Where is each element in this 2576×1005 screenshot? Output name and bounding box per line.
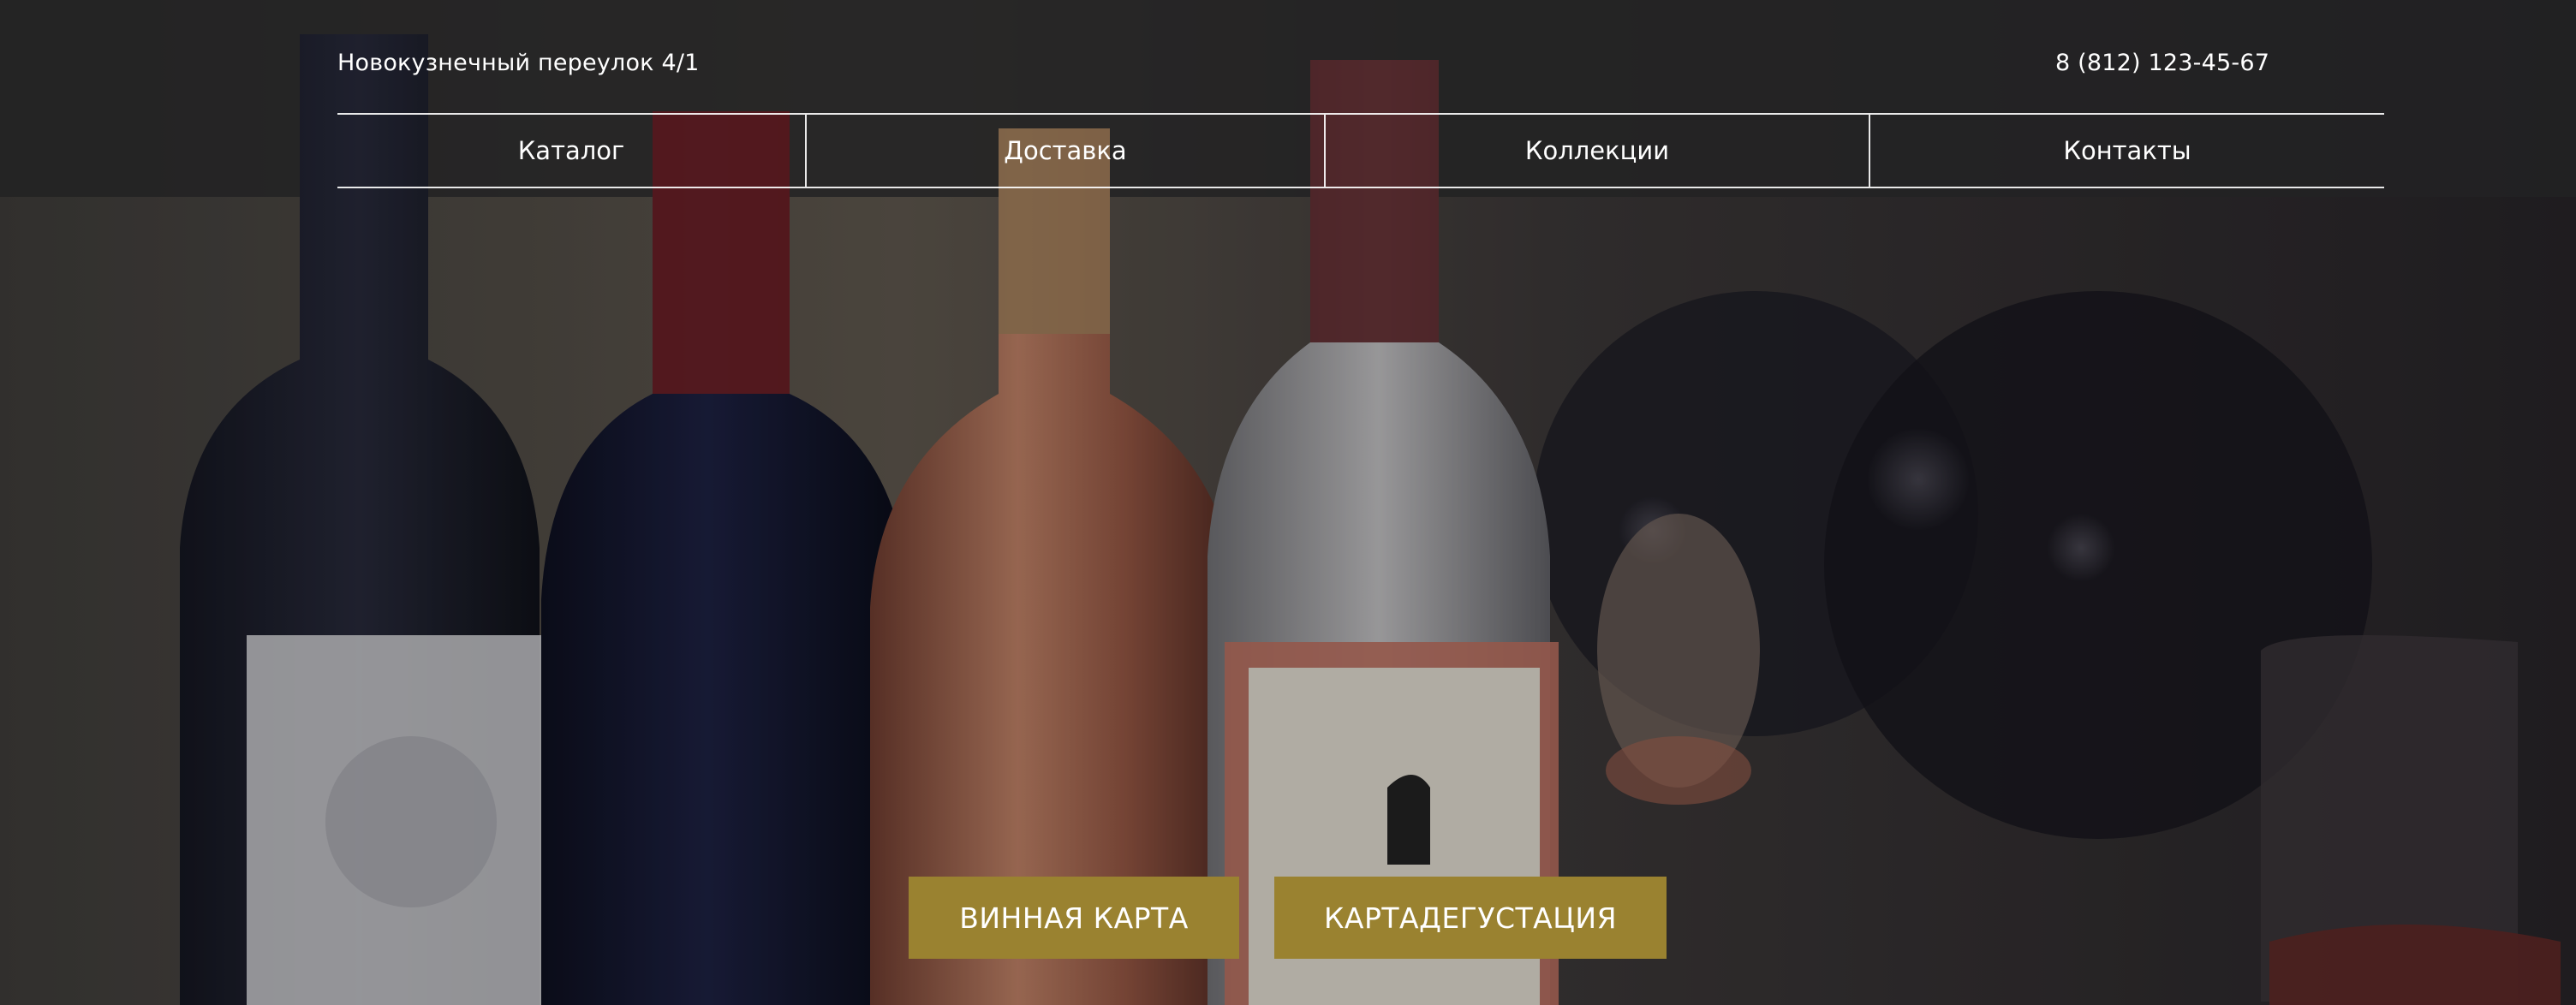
phone-link[interactable]: 8 (812) 123-45-67: [2055, 50, 2269, 76]
nav-item-catalog[interactable]: Каталог: [337, 115, 805, 187]
nav-item-contacts[interactable]: Контакты: [1869, 115, 2384, 187]
address-text: Новокузнечный переулок 4/1: [337, 50, 700, 76]
tasting-card-button[interactable]: КАРТАДЕГУСТАЦИЯ: [1274, 877, 1667, 959]
nav-item-delivery[interactable]: Доставка: [805, 115, 1324, 187]
wine-list-button[interactable]: ВИННАЯ КАРТА: [909, 877, 1239, 959]
main-nav: Каталог Доставка Коллекции Контакты: [337, 113, 2384, 188]
nav-item-collections[interactable]: Коллекции: [1324, 115, 1869, 187]
hero-section: Новокузнечный переулок 4/1 8 (812) 123-4…: [0, 0, 2576, 1005]
